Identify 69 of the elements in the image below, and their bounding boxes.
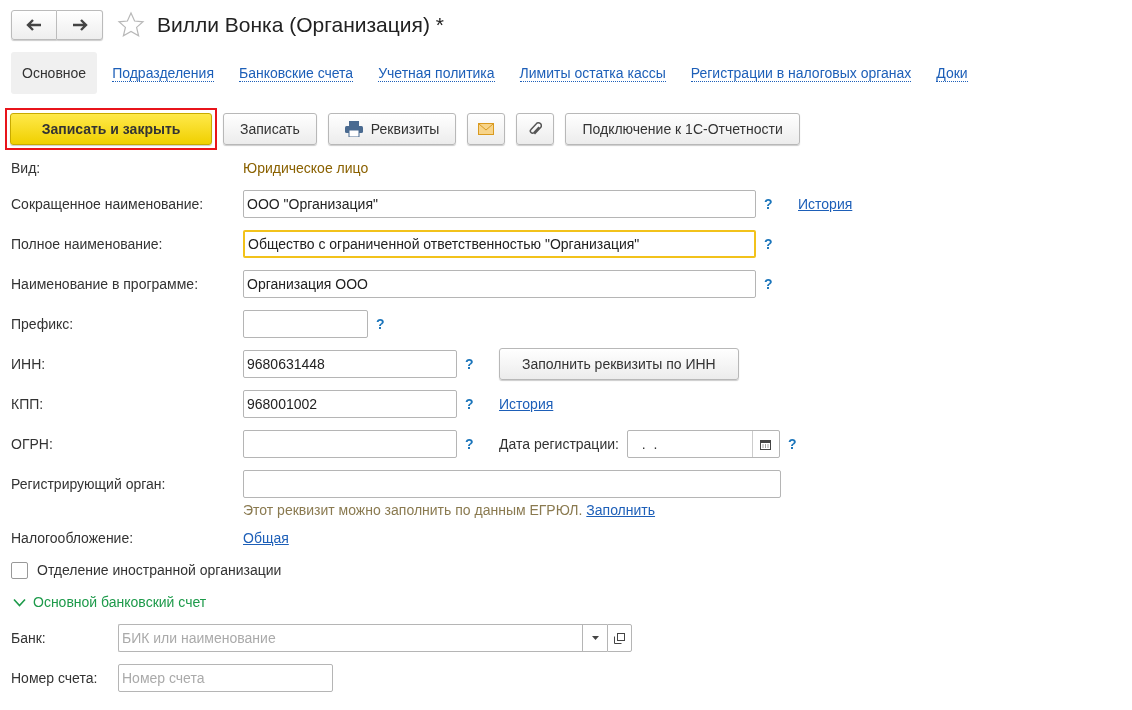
open-button[interactable] <box>607 624 632 652</box>
envelope-icon <box>478 123 495 135</box>
account-number-field[interactable]: Номер счета <box>118 664 333 692</box>
help-link[interactable]: ? <box>465 396 479 412</box>
forward-arrow-icon <box>71 19 88 31</box>
fill-by-inn-button[interactable]: Заполнить реквизиты по ИНН <box>499 348 739 380</box>
tab[interactable]: Основное <box>11 52 98 94</box>
toolbar-button[interactable]: Подключение к 1С-Отчетности <box>565 113 800 145</box>
history-link[interactable]: История <box>798 196 853 212</box>
chevron-icon[interactable] <box>13 597 26 607</box>
toolbar-button[interactable]: Записать <box>223 113 317 145</box>
field-label: Полное наименование: <box>11 236 164 252</box>
input-field[interactable]: 9680631448 <box>243 350 457 378</box>
field-label: Префикс: <box>11 316 75 332</box>
back-button[interactable] <box>11 10 57 40</box>
print-button[interactable]: Реквизиты <box>327 113 457 145</box>
field-label: Налогообложение: <box>11 530 135 546</box>
forward-button[interactable] <box>57 10 103 40</box>
help-link[interactable]: ? <box>376 316 390 332</box>
field-label: Наименование в программе: <box>11 276 200 292</box>
field-label: Сокращенное наименование: <box>11 196 205 212</box>
help-link[interactable]: ? <box>764 236 778 252</box>
tab[interactable]: Доки <box>936 64 968 82</box>
field-label: КПП: <box>11 396 45 412</box>
field-label: Вид: <box>11 160 42 176</box>
input-field[interactable]: 968001002 <box>243 390 457 418</box>
tab[interactable]: Банковские счета <box>239 64 354 82</box>
taxation-link[interactable]: Общая <box>243 530 289 546</box>
help-link[interactable]: ? <box>465 356 479 372</box>
field-label: Регистрирующий орган: <box>11 476 167 492</box>
help-link[interactable]: ? <box>465 436 479 452</box>
window-title: Вилли Вонка (Организация) * <box>157 13 444 37</box>
save-and-close-button[interactable]: Записать и закрыть <box>10 113 212 145</box>
tab[interactable]: Подразделения <box>112 64 214 82</box>
hint-text: Этот реквизит можно заполнить по данным ЕГРЮЛ. <box>243 502 583 518</box>
field-label: Дата регистрации: <box>499 436 619 452</box>
printer-icon <box>344 121 363 137</box>
input-field[interactable]: ООО "Организация" <box>243 190 756 218</box>
tab[interactable]: Регистрации в налоговых органах <box>690 64 912 82</box>
entity-type-value: Юридическое лицо <box>243 160 369 176</box>
caret-icon <box>591 636 599 640</box>
checkbox-label: Отделение иностранной организации <box>37 562 282 578</box>
tab[interactable]: Лимиты остатка кассы <box>519 64 666 82</box>
bank-field[interactable]: БИК или наименование <box>118 624 582 652</box>
back-arrow-icon <box>26 19 42 31</box>
field-label: Банк: <box>11 630 47 646</box>
paperclip-icon <box>528 121 543 137</box>
help-link[interactable]: ? <box>764 196 778 212</box>
mail-button[interactable] <box>467 113 506 145</box>
calendar-icon <box>760 438 772 450</box>
help-link[interactable]: ? <box>787 436 802 452</box>
fill-link[interactable]: Заполнить <box>586 502 656 518</box>
attach-button[interactable] <box>516 113 555 145</box>
input-field[interactable] <box>243 310 368 338</box>
field-label: ОГРН: <box>11 436 54 452</box>
input-field[interactable] <box>243 430 457 458</box>
section-title[interactable]: Основной банковский счет <box>33 594 207 610</box>
field-label: Номер счета: <box>11 670 99 686</box>
help-link[interactable]: ? <box>764 276 778 292</box>
date-field[interactable]: . . <box>626 430 780 458</box>
open-window-icon <box>614 632 625 644</box>
history-link[interactable]: История <box>499 396 554 412</box>
input-field[interactable]: Общество с ограниченной ответственностью "Организация" <box>243 230 756 258</box>
checkbox[interactable] <box>11 561 28 579</box>
input-field[interactable]: Организация ООО <box>243 270 756 298</box>
star-icon[interactable] <box>117 11 145 39</box>
tab[interactable]: Учетная политика <box>378 64 495 82</box>
input-field[interactable] <box>243 470 781 498</box>
field-label: ИНН: <box>11 356 47 372</box>
